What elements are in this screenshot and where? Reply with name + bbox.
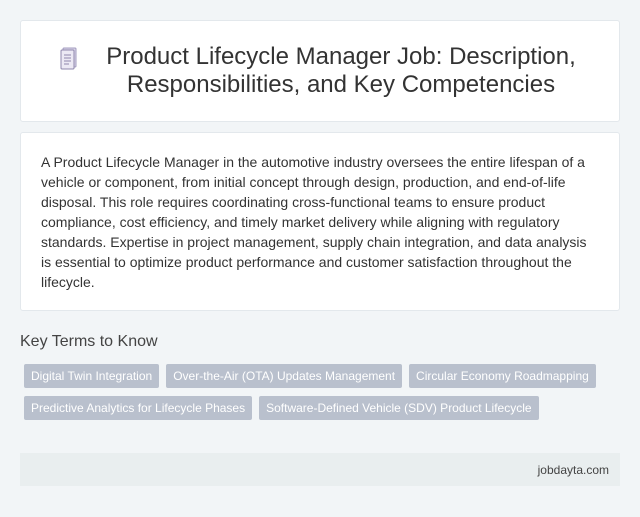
tag-ota-updates-management[interactable]: Over-the-Air (OTA) Updates Management: [166, 364, 403, 388]
tag-sdv-product-lifecycle[interactable]: Software-Defined Vehicle (SDV) Product L…: [259, 396, 539, 420]
footer-site-link[interactable]: jobdayta.com: [538, 463, 609, 477]
page: Product Lifecycle Manager Job: Descripti…: [0, 0, 640, 517]
page-title: Product Lifecycle Manager Job: Descripti…: [106, 43, 576, 98]
key-terms-tags: Digital Twin Integration Over-the-Air (O…: [20, 364, 620, 428]
description-card: A Product Lifecycle Manager in the autom…: [20, 132, 620, 311]
tag-predictive-analytics[interactable]: Predictive Analytics for Lifecycle Phase…: [24, 396, 253, 420]
tag-circular-economy-roadmapping[interactable]: Circular Economy Roadmapping: [409, 364, 596, 388]
footer: jobdayta.com: [20, 453, 620, 486]
header-inner: Product Lifecycle Manager Job: Descripti…: [59, 43, 581, 99]
description-text: A Product Lifecycle Manager in the autom…: [41, 154, 587, 290]
header-card: Product Lifecycle Manager Job: Descripti…: [20, 20, 620, 122]
tag-digital-twin-integration[interactable]: Digital Twin Integration: [24, 364, 160, 388]
key-terms-heading: Key Terms to Know: [20, 333, 158, 350]
document-icon: [60, 47, 77, 70]
